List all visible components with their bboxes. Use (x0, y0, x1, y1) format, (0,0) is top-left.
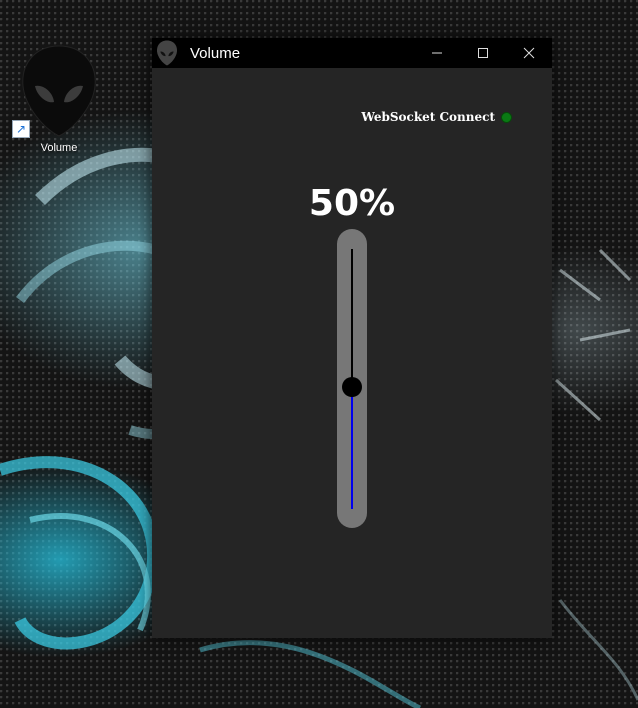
minimize-button[interactable] (414, 38, 460, 68)
slider-thumb[interactable] (342, 377, 362, 397)
window-titlebar[interactable]: Volume (152, 38, 552, 68)
maximize-icon (478, 48, 488, 58)
desktop-icon-label: Volume (40, 142, 78, 154)
websocket-status-label: WebSocket Connect (361, 110, 495, 124)
volume-slider[interactable] (337, 229, 367, 528)
websocket-status: WebSocket Connect (361, 110, 512, 124)
slider-rail (351, 249, 353, 387)
maximize-button[interactable] (460, 38, 506, 68)
minimize-icon (432, 52, 442, 54)
volume-window: Volume WebSocket Connect 50% (152, 38, 552, 638)
slider-fill (351, 387, 353, 509)
desktop-shortcut-volume[interactable]: ↗ Volume (12, 40, 106, 160)
shortcut-arrow-icon: ↗ (12, 120, 30, 138)
alien-head-icon (22, 45, 96, 137)
close-icon (523, 47, 535, 59)
close-button[interactable] (506, 38, 552, 68)
window-title: Volume (190, 44, 241, 62)
volume-percentage: 50% (308, 183, 396, 224)
connection-indicator-icon (501, 111, 512, 123)
desktop-background: ↗ Volume Volume WebSocket Connect 50% (0, 0, 638, 708)
alien-head-icon (156, 40, 178, 66)
